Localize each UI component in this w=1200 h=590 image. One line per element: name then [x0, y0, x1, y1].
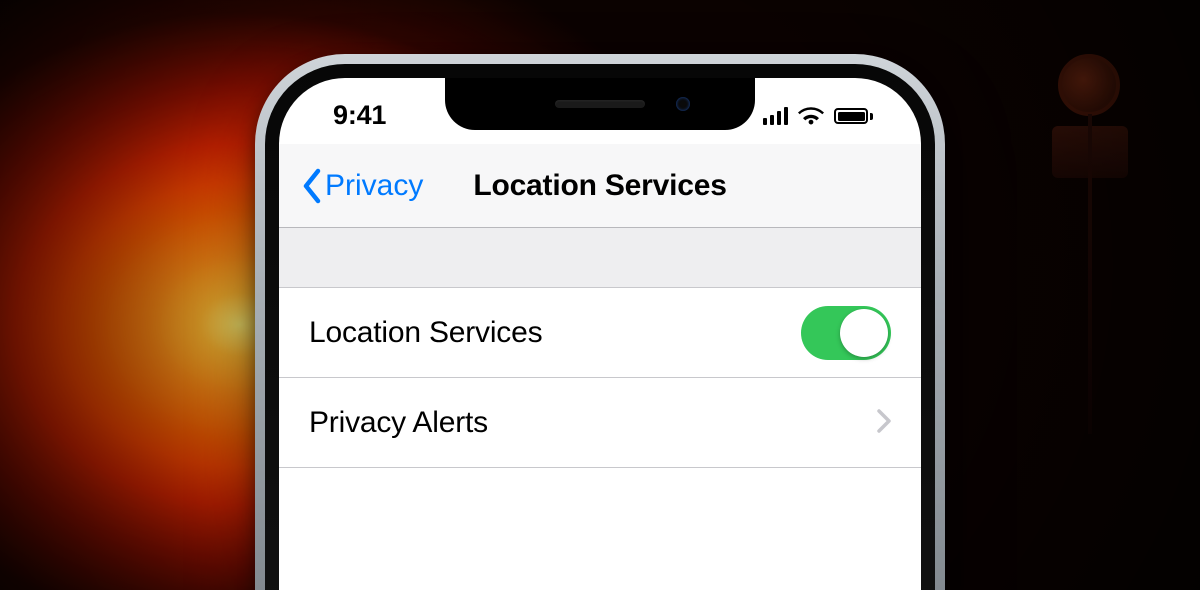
phone-screen: 9:41 [279, 78, 921, 590]
cellular-signal-icon [763, 107, 789, 125]
speaker-grill [555, 100, 645, 108]
back-button[interactable]: Privacy [295, 144, 429, 227]
chevron-right-icon [877, 403, 891, 442]
status-time: 9:41 [333, 100, 386, 131]
back-label: Privacy [325, 169, 423, 203]
phone-notch [445, 78, 755, 130]
phone-device: 9:41 [255, 54, 945, 590]
toggle-knob [840, 309, 888, 357]
row-location-services[interactable]: Location Services [279, 288, 921, 378]
section-gap [279, 228, 921, 288]
location-services-toggle[interactable] [801, 306, 891, 360]
page-title: Location Services [473, 169, 726, 203]
settings-list: Location Services Privacy Alerts [279, 288, 921, 468]
row-label: Location Services [309, 316, 542, 350]
front-camera [676, 97, 690, 111]
row-privacy-alerts[interactable]: Privacy Alerts [279, 378, 921, 468]
wifi-icon [798, 106, 824, 126]
chevron-left-icon [301, 168, 323, 204]
nav-header: Privacy Location Services [279, 144, 921, 228]
battery-icon [834, 108, 873, 124]
row-label: Privacy Alerts [309, 406, 488, 440]
